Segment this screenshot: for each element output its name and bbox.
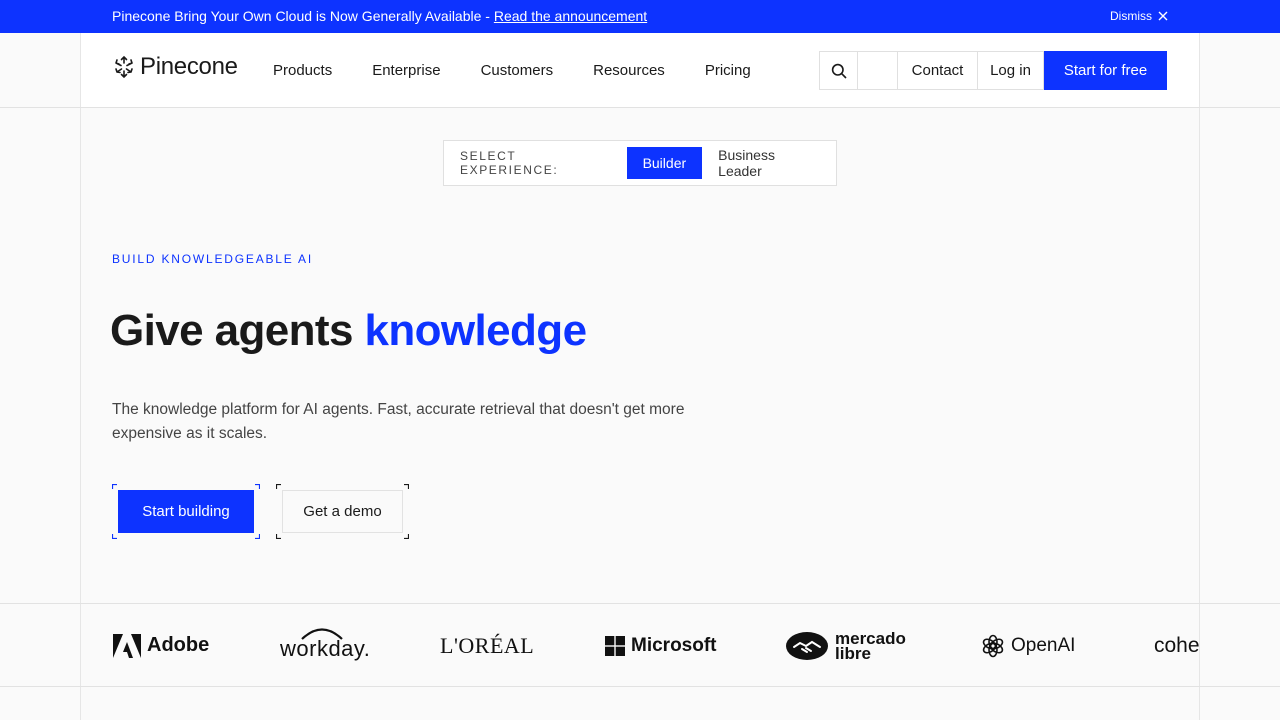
nav-pricing[interactable]: Pricing — [705, 62, 751, 79]
theme-toggle-button[interactable] — [858, 52, 898, 89]
start-building-button[interactable]: Start building — [118, 490, 254, 533]
mercado-libre-wordmark: mercado libre — [835, 628, 906, 663]
customer-logos-strip: Adobe workday. L'ORÉAL Microsoft mercado… — [0, 604, 1280, 687]
microsoft-logo-icon — [605, 635, 625, 656]
nav-enterprise[interactable]: Enterprise — [372, 62, 440, 79]
experience-option-builder[interactable]: Builder — [626, 147, 703, 179]
announcement-link[interactable]: Read the announcement — [494, 8, 647, 24]
search-button[interactable] — [820, 52, 858, 89]
experience-selector: SELECT EXPERIENCE: Builder Business Lead… — [443, 140, 837, 186]
brand-logo[interactable]: Pinecone — [112, 53, 238, 81]
customer-logo-loreal: L'ORÉAL — [440, 604, 534, 687]
adobe-logo-icon — [113, 633, 141, 658]
openai-wordmark: OpenAI — [1011, 634, 1076, 656]
experience-label: SELECT EXPERIENCE: — [460, 149, 559, 177]
pinecone-logo-icon — [115, 55, 133, 79]
customer-logo-microsoft: Microsoft — [605, 604, 717, 687]
handshake-icon — [786, 631, 828, 660]
hero-title: Give agents knowledge — [110, 306, 587, 356]
nav-customers[interactable]: Customers — [481, 62, 554, 79]
workday-arc-icon — [301, 628, 343, 640]
customer-logo-adobe: Adobe — [113, 604, 209, 687]
announcement-bar: Pinecone Bring Your Own Cloud is Now Gen… — [0, 0, 1280, 33]
announcement-message: Pinecone Bring Your Own Cloud is Now Gen… — [112, 8, 647, 24]
announcement-text: Pinecone Bring Your Own Cloud is Now Gen… — [112, 8, 494, 24]
openai-logo-icon — [982, 634, 1004, 657]
get-a-demo-button[interactable]: Get a demo — [282, 490, 403, 533]
nav-products[interactable]: Products — [273, 62, 332, 79]
hero-title-plain: Give agents — [110, 306, 365, 355]
contact-link[interactable]: Contact — [898, 52, 978, 89]
customer-logo-cohere: cohere — [1148, 604, 1199, 687]
customer-logo-mercado-libre: mercado libre — [785, 604, 906, 687]
site-header: Pinecone Products Enterprise Customers R… — [81, 33, 1199, 107]
search-icon — [831, 63, 847, 79]
loreal-wordmark: L'ORÉAL — [440, 632, 535, 658]
header-divider — [0, 107, 1280, 108]
header-actions: Contact Log in Start for free — [819, 51, 1167, 90]
hero-title-accent: knowledge — [364, 306, 587, 355]
customer-logo-openai: OpenAI — [981, 604, 1075, 687]
brand-name: Pinecone — [140, 53, 238, 80]
login-link[interactable]: Log in — [978, 52, 1044, 89]
dismiss-button[interactable]: Dismiss — [1110, 9, 1168, 23]
hero-subtitle: The knowledge platform for AI agents. Fa… — [112, 401, 685, 442]
dismiss-label: Dismiss — [1110, 9, 1152, 23]
close-icon — [1158, 11, 1168, 21]
experience-option-business-leader[interactable]: Business Leader — [702, 147, 836, 179]
customer-logo-workday: workday. — [280, 604, 370, 687]
hero-eyebrow: BUILD KNOWLEDGEABLE AI — [112, 252, 313, 266]
adobe-wordmark: Adobe — [147, 634, 210, 656]
cohere-wordmark: cohere — [1154, 633, 1199, 657]
microsoft-wordmark: Microsoft — [631, 634, 717, 656]
start-for-free-button[interactable]: Start for free — [1044, 51, 1167, 90]
main-nav: Products Enterprise Customers Resources … — [273, 62, 791, 79]
nav-resources[interactable]: Resources — [593, 62, 665, 79]
